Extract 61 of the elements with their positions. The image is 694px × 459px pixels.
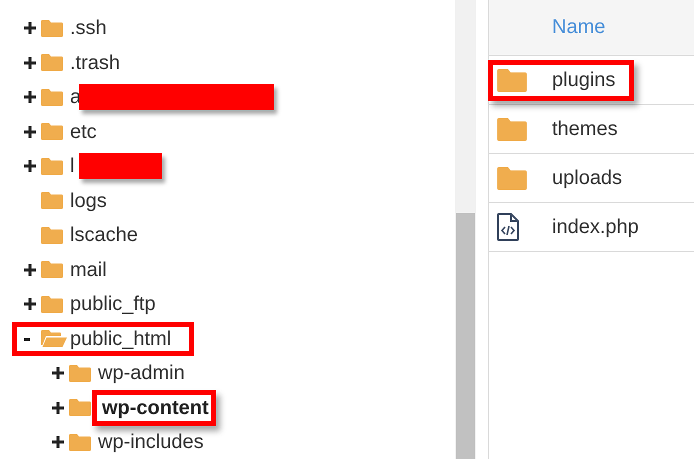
file-row[interactable]: uploads <box>489 154 694 203</box>
tree-row[interactable]: .ssh <box>0 11 455 46</box>
file-name[interactable]: themes <box>552 118 618 140</box>
folder-icon <box>69 434 91 451</box>
folder-icon <box>41 158 63 175</box>
folder-icon <box>497 118 527 140</box>
file-name[interactable]: plugins <box>552 68 616 92</box>
folder-icon <box>69 364 91 382</box>
file-row[interactable]: themes <box>489 105 694 154</box>
tree-row[interactable]: wp-admin <box>0 356 455 390</box>
tree-row[interactable]: etc <box>0 114 455 149</box>
folder-name[interactable]: wp-content <box>99 396 209 419</box>
folder-name[interactable]: .ssh <box>67 15 107 42</box>
folder-name[interactable]: logs <box>67 188 107 214</box>
expand-icon[interactable] <box>24 56 36 69</box>
tree-row[interactable]: logs <box>0 184 455 218</box>
folder-name[interactable]: wp-admin <box>95 360 185 386</box>
folder-name[interactable]: public_html <box>67 326 172 352</box>
scrollbar[interactable] <box>455 0 476 459</box>
folder-icon <box>69 399 91 416</box>
folder-name[interactable]: public_ftp <box>67 291 156 318</box>
expand-icon[interactable] <box>52 367 64 380</box>
expand-icon[interactable] <box>24 264 36 276</box>
tree-row[interactable]: wp-content <box>0 390 455 425</box>
code-file-icon <box>497 213 519 241</box>
folder-icon <box>41 226 63 244</box>
folder-name[interactable]: etc <box>67 118 97 145</box>
expand-icon[interactable] <box>24 22 36 34</box>
folder-icon <box>41 296 63 313</box>
folder-name[interactable]: lscache <box>67 222 138 248</box>
tree-row[interactable]: .trash <box>0 46 455 80</box>
folder-icon <box>497 166 527 190</box>
tree-row[interactable]: wp-includes <box>0 425 455 459</box>
folder-icon <box>497 68 527 92</box>
scrollbar-thumb[interactable] <box>456 213 475 459</box>
file-name[interactable]: index.php <box>552 216 639 238</box>
expand-icon[interactable] <box>24 91 36 104</box>
folder-icon <box>41 123 63 140</box>
folder-icon <box>41 54 63 72</box>
tree-row[interactable]: l <box>0 149 455 184</box>
folder-name[interactable]: wp-includes <box>95 429 204 456</box>
expand-icon[interactable] <box>24 160 36 172</box>
file-row[interactable]: plugins <box>489 56 694 105</box>
tree-row[interactable]: lscache <box>0 218 455 252</box>
folder-icon <box>41 192 63 210</box>
expand-icon[interactable] <box>24 298 36 310</box>
tree-row[interactable]: public_ftp <box>0 287 455 322</box>
tree-row[interactable]: mail <box>0 252 455 287</box>
file-name[interactable]: uploads <box>552 166 622 190</box>
folder-icon <box>41 88 63 106</box>
tree-row[interactable]: public_html <box>0 322 455 356</box>
expand-icon[interactable] <box>52 402 64 414</box>
folder-name[interactable]: l <box>67 153 74 180</box>
file-row[interactable]: index.php <box>489 203 694 252</box>
expand-icon[interactable] <box>52 436 64 448</box>
expand-icon[interactable] <box>24 126 36 138</box>
folder-icon <box>41 261 63 278</box>
folder-name[interactable]: .trash <box>67 50 120 76</box>
folder-name[interactable]: mail <box>67 256 107 283</box>
open-folder-icon <box>41 330 67 348</box>
folder-icon <box>41 20 63 37</box>
